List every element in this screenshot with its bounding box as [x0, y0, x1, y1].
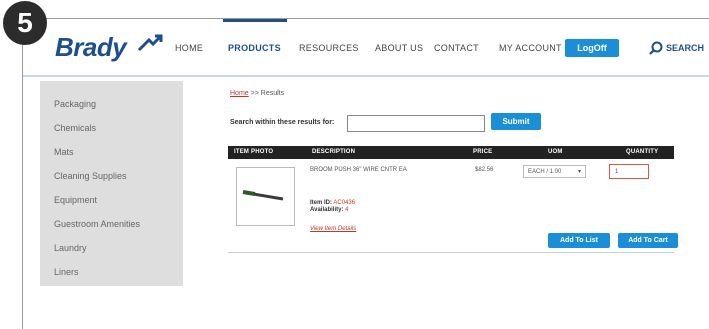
sidebar-item-packaging[interactable]: Packaging [54, 99, 96, 109]
chevron-down-icon: ▾ [577, 169, 581, 175]
breadcrumb: Home >> Results [230, 90, 284, 97]
item-photo[interactable] [236, 167, 295, 226]
column-header-price: PRICE [473, 149, 493, 155]
step-number-badge: 5 [3, 1, 47, 45]
uom-select[interactable]: EACH / 1.00 ▾ [523, 165, 586, 178]
sidebar-item-liners[interactable]: Liners [54, 267, 79, 277]
nav-contact[interactable]: CONTACT [434, 43, 479, 53]
sidebar-item-cleaning-supplies[interactable]: Cleaning Supplies [54, 171, 127, 181]
breadcrumb-current: Results [260, 90, 285, 97]
availability-value: 4 [345, 207, 349, 213]
breadcrumb-home[interactable]: Home [230, 90, 249, 97]
sidebar-item-chemicals[interactable]: Chemicals [54, 123, 96, 133]
nav-home[interactable]: HOME [175, 43, 203, 53]
brady-logo[interactable]: Brady [55, 32, 127, 63]
results-table-header: ITEM PHOTO DESCRIPTION PRICE UOM QUANTIT… [228, 146, 674, 159]
item-description[interactable]: BROOM PUSH 36" WIRE CNTR EA [310, 167, 407, 173]
column-header-description: DESCRIPTION [312, 149, 356, 155]
sidebar-item-equipment[interactable]: Equipment [54, 195, 97, 205]
sidebar-item-laundry[interactable]: Laundry [54, 243, 87, 253]
nav-products[interactable]: PRODUCTS [228, 43, 281, 53]
quantity-input[interactable]: 1 [609, 164, 649, 179]
add-to-cart-button[interactable]: Add To Cart [618, 233, 678, 248]
search-within-input[interactable] [347, 115, 485, 132]
column-header-quantity: QUANTITY [626, 149, 659, 155]
nav-about-us[interactable]: ABOUT US [375, 43, 423, 53]
header-divider [23, 75, 709, 77]
submit-button[interactable]: Submit [491, 113, 541, 130]
item-id: Item ID: AC0436 [310, 200, 355, 206]
sidebar-item-guestroom-amenities[interactable]: Guestroom Amenities [54, 219, 140, 229]
category-sidebar: Packaging Chemicals Mats Cleaning Suppli… [40, 81, 183, 286]
item-price: $82.56 [475, 167, 494, 173]
logo-swoosh-icon [137, 34, 163, 52]
uom-selected-value: EACH / 1.00 [528, 168, 562, 175]
sidebar-item-mats[interactable]: Mats [54, 147, 74, 157]
nav-active-indicator [223, 19, 287, 22]
nav-resources[interactable]: RESOURCES [299, 43, 359, 53]
logoff-button[interactable]: LogOff [565, 39, 619, 57]
site-header: Brady HOME PRODUCTS RESOURCES ABOUT US C… [23, 19, 709, 75]
column-header-item-photo: ITEM PHOTO [234, 149, 274, 155]
column-header-uom: UOM [548, 149, 563, 155]
push-broom-image [242, 190, 284, 201]
search-label[interactable]: SEARCH [666, 43, 704, 53]
availability: Availability: 4 [310, 207, 348, 213]
add-to-list-button[interactable]: Add To List [548, 233, 610, 248]
availability-label: Availability: [310, 207, 344, 213]
item-id-label: Item ID: [310, 200, 333, 206]
row-divider [228, 252, 674, 253]
item-id-value: AC0436 [333, 200, 356, 206]
search-icon[interactable] [649, 41, 663, 55]
nav-my-account[interactable]: MY ACCOUNT [499, 43, 562, 53]
search-within-label: Search within these results for: [230, 119, 335, 126]
view-item-details-link[interactable]: View Item Details [310, 226, 356, 232]
breadcrumb-separator: >> [250, 90, 259, 97]
